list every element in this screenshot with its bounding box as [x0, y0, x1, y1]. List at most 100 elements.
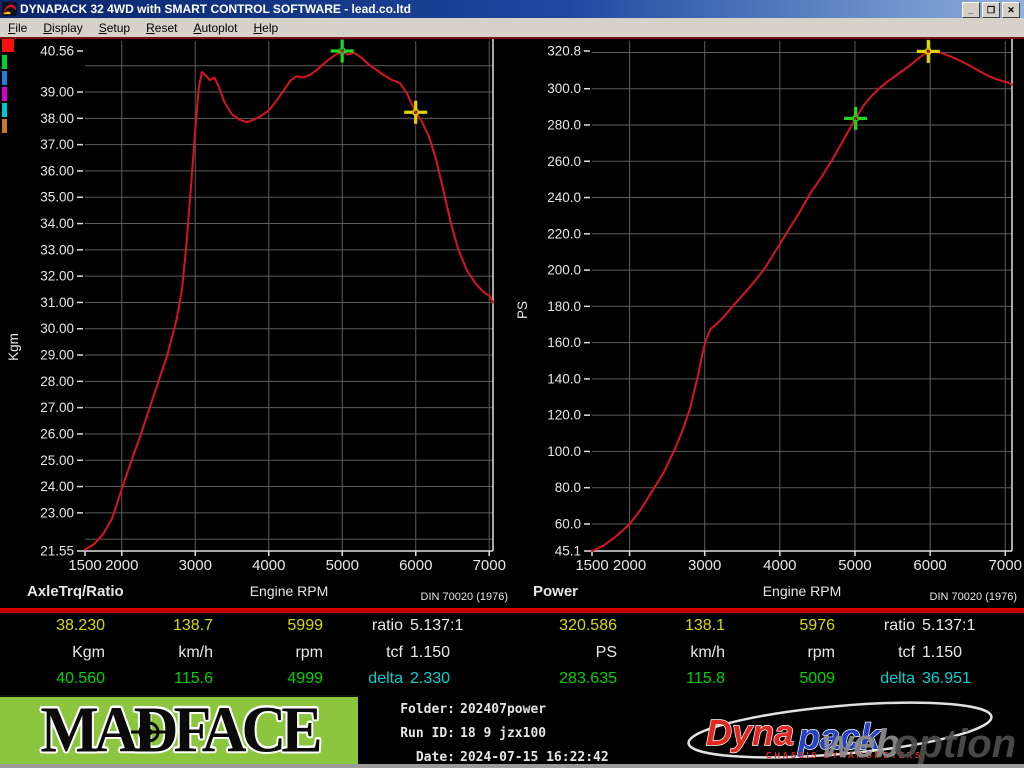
readout-row: PS km/h rpm tcf 1.150 — [512, 644, 1024, 664]
yellow-cursor-arm[interactable] — [418, 110, 428, 114]
y-tick-label: 36.00 — [40, 163, 74, 178]
green-cursor-arm[interactable] — [340, 53, 344, 63]
folder-label: Folder: — [400, 702, 455, 717]
bottom-gray-bar — [0, 764, 1024, 768]
readout-value: PS — [595, 644, 617, 661]
run-id-label: Run ID: — [400, 726, 455, 741]
y-tick-label: 320.8 — [547, 44, 581, 59]
readout-label: ratio — [371, 617, 403, 634]
power-run-curve — [591, 50, 1013, 552]
y-tick-label: 160.0 — [547, 335, 581, 350]
green-cursor-arm[interactable] — [854, 121, 858, 130]
y-tick-label: 21.55 — [40, 544, 74, 559]
menu-item-reset[interactable]: Reset — [138, 19, 185, 37]
date-label: Date: — [415, 750, 455, 765]
y-tick-label: 24.00 — [40, 479, 74, 494]
x-tick-label: 5000 — [326, 557, 359, 574]
readout-row: Kgm km/h rpm tcf 1.150 — [0, 644, 512, 664]
folder-value: 202407power — [460, 702, 547, 717]
din-note: DIN 70020 (1976) — [421, 591, 508, 603]
readout-value: 320.586 — [559, 617, 617, 634]
restore-button[interactable]: ❐ — [982, 2, 1000, 18]
green-cursor-arm[interactable] — [330, 49, 340, 53]
yellow-cursor-arm[interactable] — [414, 115, 418, 124]
green-cursor-arm[interactable] — [844, 116, 853, 121]
x-axis-title: Engine RPM — [763, 583, 842, 599]
y-axis-title: Kgm — [6, 333, 21, 361]
x-tick-label: 1500 — [575, 557, 608, 574]
green-cursor-arm[interactable] — [340, 39, 344, 49]
menu-item-help[interactable]: Help — [246, 19, 287, 37]
yellow-cursor-arm[interactable] — [926, 39, 930, 49]
y-tick-label: 200.0 — [547, 263, 581, 278]
y-tick-label: 26.00 — [40, 426, 74, 441]
window-title: DYNAPACK 32 4WD with SMART CONTROL SOFTW… — [20, 2, 411, 16]
x-tick-label: 7000 — [473, 557, 506, 574]
y-tick-label: 120.0 — [547, 408, 581, 423]
y-tick-label: 45.1 — [555, 544, 581, 559]
x-tick-label: 2000 — [613, 557, 646, 574]
menu-item-autoplot[interactable]: Autoplot — [185, 19, 245, 37]
readout-value: 36.951 — [922, 670, 971, 687]
y-tick-label: 30.00 — [40, 321, 74, 336]
y-tick-label: 25.00 — [40, 453, 74, 468]
dynapack-app-window: DYNAPACK 32 4WD with SMART CONTROL SOFTW… — [0, 0, 1024, 768]
readout-value: 283.635 — [559, 670, 617, 687]
y-tick-label: 100.0 — [547, 444, 581, 459]
x-tick-label: 2000 — [105, 557, 138, 574]
readout-label: delta — [368, 670, 403, 687]
menu-item-file[interactable]: File — [0, 19, 35, 37]
yellow-cursor-arm[interactable] — [414, 100, 418, 110]
madface-logo: MADFACE — [0, 695, 358, 766]
yellow-cursor-arm[interactable] — [926, 54, 930, 63]
chart-title: Power — [533, 583, 578, 600]
x-tick-label: 3000 — [688, 557, 721, 574]
yellow-cursor-arm[interactable] — [916, 49, 926, 53]
y-tick-label: 23.00 — [40, 505, 74, 520]
y-tick-label: 33.00 — [40, 242, 74, 257]
y-tick-label: 27.00 — [40, 400, 74, 415]
yellow-cursor-arm[interactable] — [404, 110, 413, 114]
readout-label: delta — [880, 670, 915, 687]
readout-value: Kgm — [72, 644, 105, 661]
y-tick-label: 180.0 — [547, 299, 581, 314]
readout-row: 320.586 138.1 5976 ratio 5.137:1 — [512, 617, 1024, 637]
y-tick-label: 60.0 — [555, 516, 581, 531]
readout-row: 283.635 115.8 5009 delta 36.951 — [512, 670, 1024, 690]
y-tick-label: 34.00 — [40, 216, 74, 231]
run-info-panel: Folder: 202407power Run ID: 18 9 jzx100 … — [358, 695, 670, 765]
watermark-web: web — [822, 722, 900, 764]
yellow-cursor-arm[interactable] — [931, 49, 940, 53]
readout-value: 115.6 — [174, 670, 213, 687]
readout-label: ratio — [883, 617, 915, 634]
bottom-strip: MADFACE Folder: 202407power Run ID: 18 9… — [0, 695, 1024, 766]
readout-value: 5.137:1 — [922, 617, 976, 634]
readout-row: 40.560 115.6 4999 delta 2.330 — [0, 670, 512, 690]
minimize-button[interactable]: _ — [962, 2, 980, 18]
y-tick-label: 220.0 — [547, 226, 581, 241]
y-tick-label: 31.00 — [40, 295, 74, 310]
x-tick-label: 7000 — [989, 557, 1022, 574]
y-tick-label: 40.56 — [40, 44, 74, 59]
y-tick-label: 39.00 — [40, 85, 74, 100]
close-button[interactable]: ✕ — [1002, 2, 1020, 18]
x-tick-label: 6000 — [399, 557, 432, 574]
dynapack-logo: Dyna pack CHASSIS DYNAMOMETERS web optio… — [670, 695, 1024, 764]
menu-item-display[interactable]: Display — [35, 19, 90, 37]
watermark-option: option — [894, 722, 1016, 764]
readout-value: km/h — [178, 644, 213, 661]
green-cursor-arm[interactable] — [854, 106, 858, 116]
y-tick-label: 140.0 — [547, 371, 581, 386]
x-tick-label: 6000 — [913, 557, 946, 574]
y-tick-label: 80.0 — [555, 480, 581, 495]
title-bar[interactable]: DYNAPACK 32 4WD with SMART CONTROL SOFTW… — [0, 0, 1024, 18]
readout-value: 1.150 — [922, 644, 963, 661]
torque-readout-panel: 38.230 138.7 5999 ratio 5.137:1 Kgm km/h rpm tcf… — [0, 613, 512, 695]
dynapack-logo-dyna: Dyna — [706, 712, 794, 753]
green-cursor-arm[interactable] — [344, 49, 354, 53]
green-cursor-arm[interactable] — [858, 116, 868, 121]
readout-value: 138.7 — [172, 617, 213, 634]
menu-item-setup[interactable]: Setup — [91, 19, 138, 37]
y-tick-label: 37.00 — [40, 137, 74, 152]
y-tick-label: 260.0 — [547, 154, 581, 169]
